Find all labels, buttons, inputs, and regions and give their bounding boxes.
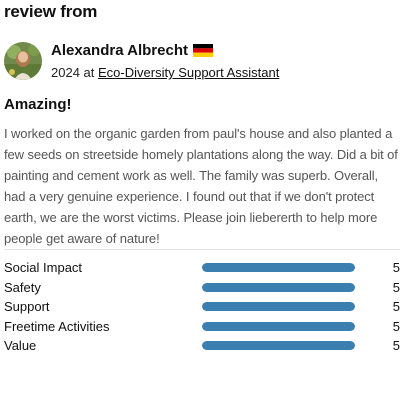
reviewer-name-row: Alexandra Albrecht [51,41,279,60]
rating-bar [202,302,355,312]
reviewer-avatar[interactable] [4,42,42,80]
rating-score: 5 [392,279,400,295]
review-year: 2024 [51,65,80,80]
rating-bar [202,321,355,331]
rating-row-social-impact: Social Impact 5 [4,258,400,278]
rating-bar-fill [202,341,355,351]
rating-bar [202,282,355,292]
rating-label: Freetime Activities [4,318,110,334]
rating-bar-fill [202,263,355,273]
rating-score: 5 [392,318,400,334]
rating-label: Value [4,338,37,354]
rating-bar-fill [202,282,355,292]
review-page: review from Alexandra Albrecht 2024 at E… [0,0,400,400]
reviewer-header: Alexandra Albrecht 2024 at Eco-Diversity… [4,40,396,82]
review-body: I worked on the organic garden from paul… [4,126,398,246]
reviewer-name: Alexandra Albrecht [51,42,188,59]
rating-bar-fill [202,321,355,331]
rating-row-support: Support 5 [4,297,400,317]
rating-label: Support [4,299,50,315]
rating-score: 5 [392,338,400,354]
rating-score: 5 [392,260,400,276]
rating-row-safety: Safety 5 [4,278,400,298]
rating-row-value: Value 5 [4,336,400,356]
rating-label: Safety [4,279,41,295]
reviewer-meta: 2024 at Eco-Diversity Support Assistant [51,64,279,81]
organization-link[interactable]: Eco-Diversity Support Assistant [98,65,279,80]
germany-flag-icon [193,44,213,57]
at-text: at [83,65,95,80]
section-heading: review from [4,2,98,21]
rating-score: 5 [392,299,400,315]
review-title: Amazing! [4,96,72,113]
rating-bar [202,263,355,273]
rating-bar [202,341,355,351]
ratings-list: Social Impact 5 Safety 5 Support 5 Freet… [4,258,400,356]
rating-bar-fill [202,302,355,312]
rating-label: Social Impact [4,260,83,276]
reviewer-info: Alexandra Albrecht 2024 at Eco-Diversity… [51,41,279,81]
divider [4,249,400,250]
rating-row-freetime-activities: Freetime Activities 5 [4,317,400,337]
